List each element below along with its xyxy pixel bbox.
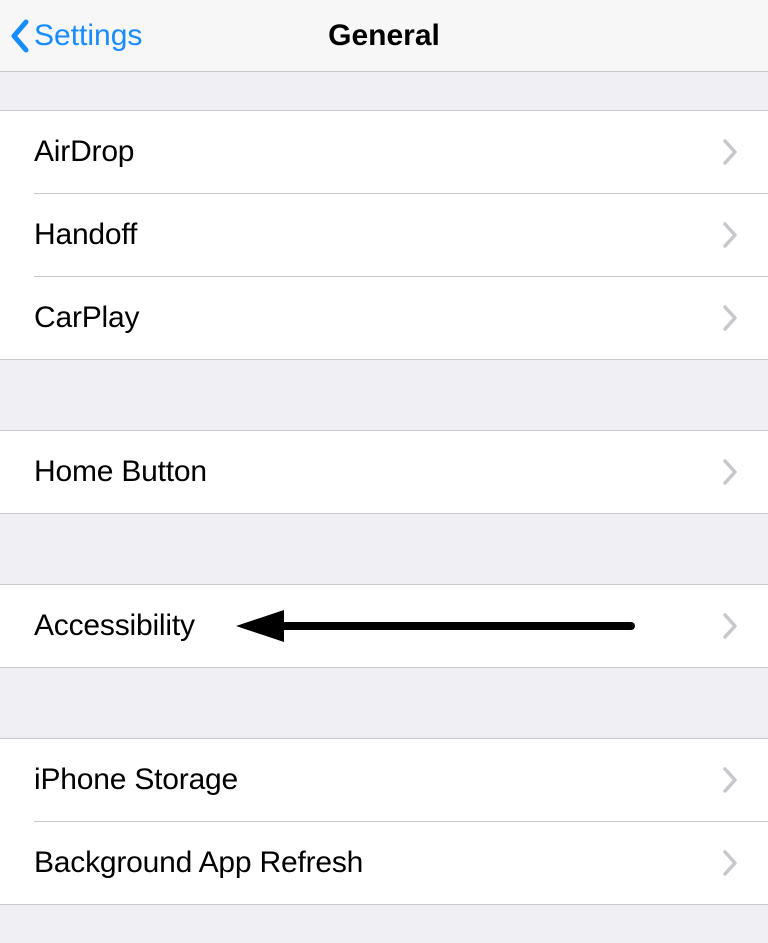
row-accessibility[interactable]: Accessibility — [0, 585, 768, 667]
chevron-left-icon — [8, 18, 32, 54]
section-gap — [0, 514, 768, 584]
section-gap — [0, 905, 768, 943]
chevron-right-icon — [722, 612, 738, 640]
row-iphone-storage[interactable]: iPhone Storage — [0, 739, 768, 821]
back-button[interactable]: Settings — [8, 18, 142, 54]
row-background-app-refresh[interactable]: Background App Refresh — [0, 822, 768, 904]
row-label: Handoff — [34, 218, 722, 252]
back-label: Settings — [34, 19, 142, 53]
page-title: General — [328, 19, 440, 53]
row-label: AirDrop — [34, 135, 722, 169]
row-label: Home Button — [34, 455, 722, 489]
navbar: Settings General — [0, 0, 768, 72]
chevron-right-icon — [722, 304, 738, 332]
chevron-right-icon — [722, 458, 738, 486]
chevron-right-icon — [722, 221, 738, 249]
section-gap — [0, 668, 768, 738]
row-label: Background App Refresh — [34, 846, 722, 880]
chevron-right-icon — [722, 766, 738, 794]
row-handoff[interactable]: Handoff — [0, 194, 768, 276]
settings-group-1: AirDrop Handoff CarPlay — [0, 110, 768, 360]
settings-group-3: Accessibility — [0, 584, 768, 668]
row-label: Accessibility — [34, 609, 722, 643]
row-label: iPhone Storage — [34, 763, 722, 797]
row-airdrop[interactable]: AirDrop — [0, 111, 768, 193]
settings-group-4: iPhone Storage Background App Refresh — [0, 738, 768, 905]
row-label: CarPlay — [34, 301, 722, 335]
row-carplay[interactable]: CarPlay — [0, 277, 768, 359]
chevron-right-icon — [722, 138, 738, 166]
settings-group-2: Home Button — [0, 430, 768, 514]
row-home-button[interactable]: Home Button — [0, 431, 768, 513]
section-gap — [0, 72, 768, 110]
section-gap — [0, 360, 768, 430]
chevron-right-icon — [722, 849, 738, 877]
